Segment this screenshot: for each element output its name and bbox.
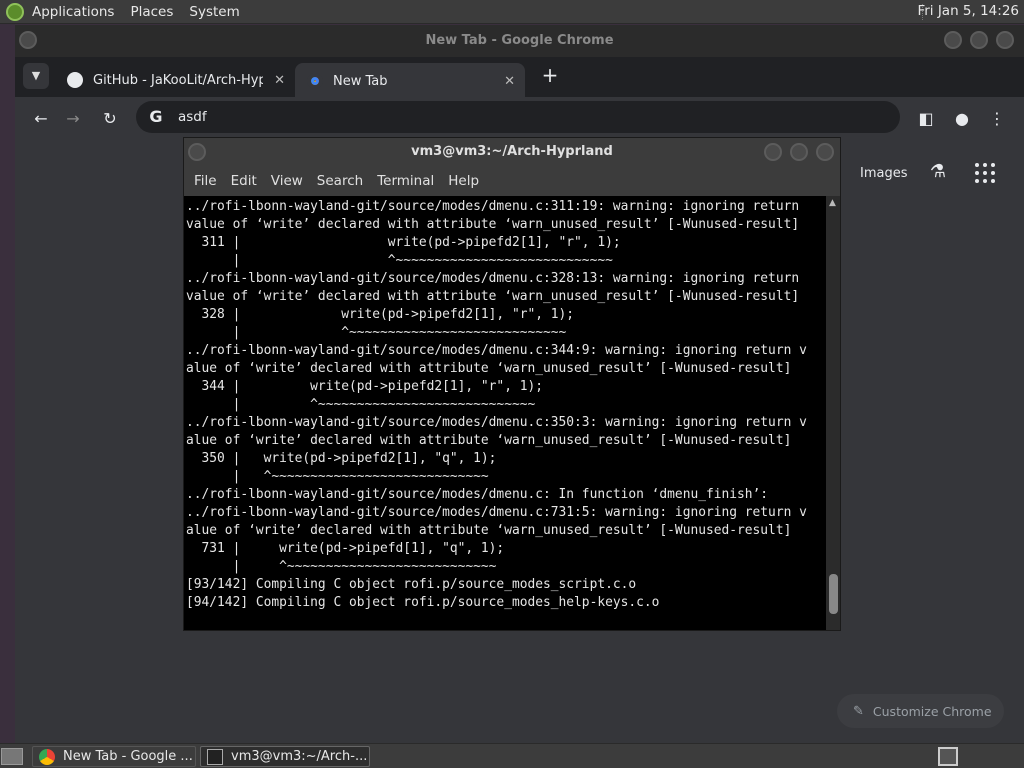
github-icon bbox=[67, 72, 83, 88]
reload-icon[interactable]: ↻ bbox=[98, 107, 122, 131]
google-apps-icon[interactable] bbox=[975, 163, 997, 185]
terminal-line: ../rofi-lbonn-wayland-git/source/modes/d… bbox=[186, 343, 807, 358]
menu-system[interactable]: System bbox=[189, 4, 239, 20]
terminal-window: vm3@vm3:~/Arch-Hyprland File Edit View S… bbox=[183, 137, 841, 631]
taskbar-item-label: New Tab - Google ... bbox=[63, 749, 193, 764]
terminal-line: 350 | write(pd->pipefd2[1], "q", 1); bbox=[186, 451, 497, 466]
images-link[interactable]: Images bbox=[860, 166, 908, 181]
terminal-menu-search[interactable]: Search bbox=[317, 173, 363, 189]
desktop-background bbox=[0, 25, 15, 743]
terminal-line: 344 | write(pd->pipefd2[1], "r", 1); bbox=[186, 379, 543, 394]
terminal-line: alue of ‘write’ declared with attribute … bbox=[186, 523, 792, 538]
terminal-scrollbar[interactable]: ▲ bbox=[826, 196, 840, 630]
terminal-line: | ^~~~~~~~~~~~~~~~~~~~~~~~~~~~~ bbox=[186, 469, 489, 484]
terminal-window-menu-button[interactable] bbox=[188, 143, 206, 161]
close-window-button[interactable] bbox=[996, 31, 1014, 49]
terminal-maximize-button[interactable] bbox=[790, 143, 808, 161]
scrollbar-thumb[interactable] bbox=[829, 574, 838, 614]
address-bar-value: asdf bbox=[178, 109, 207, 125]
close-tab-icon[interactable]: ✕ bbox=[274, 73, 285, 88]
taskbar-terminal[interactable]: vm3@vm3:~/Arch-... bbox=[200, 746, 370, 767]
chrome-icon bbox=[307, 73, 323, 89]
menu-places[interactable]: Places bbox=[130, 4, 173, 20]
google-g-icon: G bbox=[149, 107, 163, 126]
forward-icon[interactable]: → bbox=[61, 107, 85, 131]
terminal-line: ../rofi-lbonn-wayland-git/source/modes/d… bbox=[186, 199, 800, 214]
terminal-line: | ^~~~~~~~~~~~~~~~~~~~~~~~~~~~~ bbox=[186, 253, 613, 268]
tab-new-tab[interactable]: New Tab ✕ bbox=[295, 63, 525, 99]
terminal-output[interactable]: ../rofi-lbonn-wayland-git/source/modes/d… bbox=[184, 196, 826, 630]
customize-chrome-button[interactable]: ✎ Customize Chrome bbox=[837, 694, 1004, 728]
chrome-window-title[interactable]: New Tab - Google Chrome bbox=[15, 25, 1024, 57]
tab-title: GitHub - JaKooLit/Arch-Hyprl bbox=[93, 72, 263, 88]
back-icon[interactable]: ← bbox=[29, 107, 53, 131]
terminal-line: ../rofi-lbonn-wayland-git/source/modes/d… bbox=[186, 505, 807, 520]
new-tab-button[interactable]: + bbox=[537, 62, 563, 88]
labs-flask-icon[interactable]: ⚗ bbox=[926, 161, 950, 185]
terminal-menu-edit[interactable]: Edit bbox=[231, 173, 257, 189]
side-panel-icon[interactable]: ◧ bbox=[914, 107, 938, 131]
terminal-line: ../rofi-lbonn-wayland-git/source/modes/d… bbox=[186, 415, 807, 430]
terminal-line: 731 | write(pd->pipefd[1], "q", 1); bbox=[186, 541, 505, 556]
taskbar-chrome[interactable]: New Tab - Google ... bbox=[32, 746, 196, 767]
terminal-title-bar[interactable]: vm3@vm3:~/Arch-Hyprland bbox=[184, 138, 840, 166]
close-tab-icon[interactable]: ✕ bbox=[504, 74, 515, 89]
terminal-line: | ^~~~~~~~~~~~~~~~~~~~~~~~~~~~ bbox=[186, 559, 497, 574]
terminal-close-button[interactable] bbox=[816, 143, 834, 161]
toolbar: ← → ↻ G asdf ◧ ● ⋮ bbox=[15, 97, 1024, 141]
terminal-menubar: File Edit View Search Terminal Help bbox=[184, 166, 840, 196]
terminal-line: 328 | write(pd->pipefd2[1], "r", 1); bbox=[186, 307, 575, 322]
window-menu-button[interactable] bbox=[19, 31, 37, 49]
terminal-menu-terminal[interactable]: Terminal bbox=[377, 173, 434, 189]
terminal-icon bbox=[207, 748, 223, 765]
top-panel: Applications Places System Fri Jan 5, 14… bbox=[0, 0, 1024, 24]
distro-logo-icon[interactable] bbox=[6, 2, 24, 21]
workspace-switcher[interactable] bbox=[938, 747, 958, 766]
profile-icon[interactable]: ● bbox=[950, 107, 974, 131]
scroll-up-arrow-icon[interactable]: ▲ bbox=[829, 198, 836, 208]
terminal-menu-help[interactable]: Help bbox=[448, 173, 479, 189]
taskbar-item-label: vm3@vm3:~/Arch-... bbox=[231, 749, 368, 764]
terminal-line: ../rofi-lbonn-wayland-git/source/modes/d… bbox=[186, 271, 800, 286]
address-bar[interactable]: G asdf bbox=[136, 101, 900, 133]
terminal-line: alue of ‘write’ declared with attribute … bbox=[186, 433, 792, 448]
terminal-line: value of ‘write’ declared with attribute… bbox=[186, 289, 800, 304]
maximize-button[interactable] bbox=[970, 31, 988, 49]
tab-github[interactable]: GitHub - JaKooLit/Arch-Hyprl ✕ bbox=[55, 63, 295, 97]
taskbar: New Tab - Google ... vm3@vm3:~/Arch-... bbox=[0, 743, 1024, 768]
terminal-menu-file[interactable]: File bbox=[194, 173, 217, 189]
menu-applications[interactable]: Applications bbox=[32, 4, 114, 20]
clock[interactable]: Fri Jan 5, 14:26 bbox=[917, 3, 1019, 19]
minimize-button[interactable] bbox=[944, 31, 962, 49]
terminal-line: alue of ‘write’ declared with attribute … bbox=[186, 361, 792, 376]
show-desktop-icon[interactable] bbox=[1, 748, 23, 765]
terminal-line: | ^~~~~~~~~~~~~~~~~~~~~~~~~~~~~ bbox=[186, 397, 536, 412]
customize-chrome-label: Customize Chrome bbox=[872, 703, 992, 719]
terminal-menu-view[interactable]: View bbox=[271, 173, 303, 189]
terminal-minimize-button[interactable] bbox=[764, 143, 782, 161]
terminal-line: value of ‘write’ declared with attribute… bbox=[186, 217, 800, 232]
terminal-line: [94/142] Compiling C object rofi.p/sourc… bbox=[186, 595, 660, 610]
tab-search-button[interactable]: ▼ bbox=[23, 63, 49, 89]
terminal-line: ../rofi-lbonn-wayland-git/source/modes/d… bbox=[186, 487, 769, 502]
terminal-line: 311 | write(pd->pipefd2[1], "r", 1); bbox=[186, 235, 621, 250]
terminal-line: [93/142] Compiling C object rofi.p/sourc… bbox=[186, 577, 637, 592]
terminal-line: | ^~~~~~~~~~~~~~~~~~~~~~~~~~~~~ bbox=[186, 325, 567, 340]
more-menu-icon[interactable]: ⋮ bbox=[985, 107, 1009, 131]
chrome-window-title-text: New Tab - Google Chrome bbox=[425, 33, 614, 48]
pencil-icon: ✎ bbox=[853, 703, 864, 719]
terminal-title-text: vm3@vm3:~/Arch-Hyprland bbox=[411, 144, 613, 159]
tab-title: New Tab bbox=[333, 73, 388, 89]
chrome-icon bbox=[39, 748, 55, 765]
